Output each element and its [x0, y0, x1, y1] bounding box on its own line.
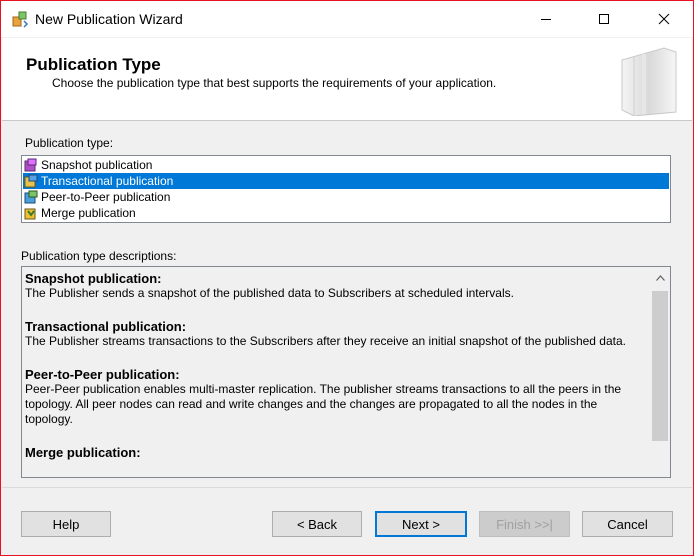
list-item-transactional[interactable]: Transactional publication [23, 173, 669, 189]
minimize-icon [541, 19, 551, 20]
list-item-snapshot[interactable]: Snapshot publication [23, 157, 669, 173]
page-title: Publication Type [26, 55, 161, 74]
snapshot-publication-icon [24, 158, 37, 172]
list-item-label: Snapshot publication [41, 158, 153, 172]
description-block-snapshot: Snapshot publication: The Publisher send… [25, 271, 647, 301]
description-title: Peer-to-Peer publication: [25, 367, 180, 382]
publication-type-list[interactable]: Snapshot publication Transactional publi… [21, 155, 671, 223]
wizard-window: New Publication Wizard Publication Type … [0, 0, 694, 556]
list-item-peer-to-peer[interactable]: Peer-to-Peer publication [23, 189, 669, 205]
descriptions-label: Publication type descriptions: [21, 249, 177, 263]
close-button[interactable] [641, 1, 687, 37]
scroll-up-button[interactable] [650, 267, 670, 289]
vertical-scrollbar[interactable] [650, 267, 670, 477]
list-item-merge[interactable]: Merge publication [23, 205, 669, 221]
list-item-label: Transactional publication [41, 174, 174, 188]
transactional-publication-icon [24, 174, 38, 188]
publication-descriptions-box[interactable]: Snapshot publication: The Publisher send… [21, 266, 671, 478]
close-icon [658, 13, 670, 25]
description-title: Transactional publication: [25, 319, 187, 334]
title-bar: New Publication Wizard [1, 1, 693, 37]
minimize-button[interactable] [523, 1, 569, 37]
next-button[interactable]: Next > [375, 511, 467, 537]
page-subtitle: Choose the publication type that best su… [52, 76, 497, 90]
list-item-label: Peer-to-Peer publication [41, 190, 171, 204]
finish-button[interactable]: Finish >>| [479, 511, 570, 537]
merge-publication-icon [24, 208, 36, 220]
help-button[interactable]: Help [21, 511, 111, 537]
maximize-icon [599, 14, 609, 24]
description-block-merge: Merge publication: [25, 445, 647, 460]
maximize-button[interactable] [581, 1, 627, 37]
footer-divider [2, 487, 692, 488]
back-button[interactable]: < Back [272, 511, 362, 537]
descriptions-content: Snapshot publication: The Publisher send… [25, 271, 647, 477]
description-title: Merge publication: [25, 445, 141, 460]
scrollbar-thumb[interactable] [652, 291, 668, 441]
wizard-header: Publication Type Choose the publication … [2, 38, 692, 121]
wizard-app-icon [12, 11, 29, 28]
description-text: The Publisher sends a snapshot of the pu… [25, 286, 514, 300]
list-item-label: Merge publication [41, 206, 136, 220]
database-icon [621, 47, 677, 116]
window-title: New Publication Wizard [35, 11, 183, 27]
description-text: The Publisher streams transactions to th… [25, 334, 626, 348]
chevron-up-icon [655, 275, 665, 281]
description-text: Peer-Peer publication enables multi-mast… [25, 382, 622, 426]
peer-to-peer-publication-icon [24, 190, 38, 204]
cancel-button[interactable]: Cancel [582, 511, 673, 537]
description-block-peer-to-peer: Peer-to-Peer publication: Peer-Peer publ… [25, 367, 647, 427]
description-title: Snapshot publication: [25, 271, 162, 286]
description-block-transactional: Transactional publication: The Publisher… [25, 319, 647, 349]
publication-type-label: Publication type: [25, 136, 114, 150]
